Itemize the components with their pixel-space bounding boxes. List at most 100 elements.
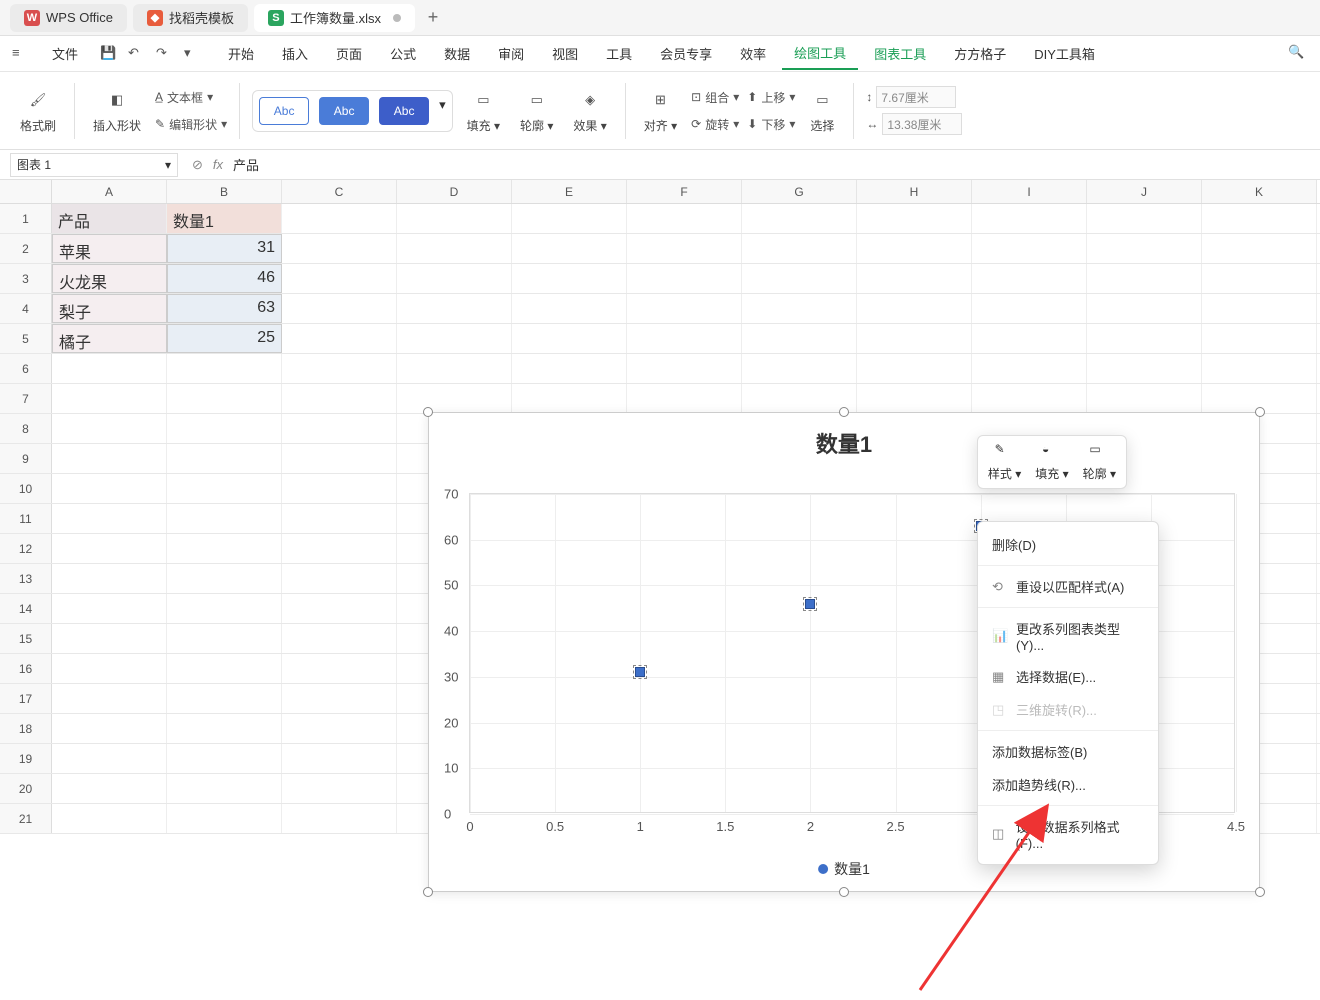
cell[interactable] xyxy=(857,354,972,383)
cell[interactable] xyxy=(282,684,397,713)
ctx-select-data[interactable]: ▦选择数据(E)... xyxy=(978,660,1158,693)
col-D[interactable]: D xyxy=(397,180,512,203)
menu-draw-tools[interactable]: 绘图工具 xyxy=(782,37,858,70)
rg-edit-shape[interactable]: ✎编辑形状 ▾ xyxy=(155,112,227,136)
cell[interactable] xyxy=(1087,234,1202,263)
rg-down[interactable]: ⬇下移 ▾ xyxy=(747,112,795,136)
cell[interactable] xyxy=(52,774,167,803)
rg-group[interactable]: ⊡组合 ▾ xyxy=(691,85,739,109)
ctx-format-series[interactable]: ◫设置数据系列格式(F)... xyxy=(978,810,1158,858)
style-preset-3[interactable]: Abc xyxy=(379,97,429,125)
cell[interactable] xyxy=(282,624,397,653)
cell[interactable] xyxy=(167,564,282,593)
col-A[interactable]: A xyxy=(52,180,167,203)
rg-format-brush[interactable]: 🖌 格式刷 xyxy=(14,87,62,134)
cell[interactable] xyxy=(282,474,397,503)
cell[interactable] xyxy=(167,744,282,773)
cell[interactable] xyxy=(52,684,167,713)
rg-align[interactable]: ⊞对齐 ▾ xyxy=(638,87,683,134)
cell[interactable]: 橘子 xyxy=(52,324,167,353)
cell[interactable]: 梨子 xyxy=(52,294,167,323)
cell[interactable] xyxy=(1087,294,1202,323)
col-E[interactable]: E xyxy=(512,180,627,203)
cell[interactable] xyxy=(972,204,1087,233)
cell[interactable] xyxy=(282,354,397,383)
row-21[interactable]: 21 xyxy=(0,804,52,833)
cell[interactable] xyxy=(52,594,167,623)
cell[interactable] xyxy=(167,804,282,833)
row-8[interactable]: 8 xyxy=(0,414,52,443)
cell[interactable] xyxy=(742,264,857,293)
cell[interactable] xyxy=(282,804,397,833)
rg-up[interactable]: ⬆上移 ▾ xyxy=(747,85,795,109)
tab-wps[interactable]: W WPS Office xyxy=(10,4,127,32)
row-14[interactable]: 14 xyxy=(0,594,52,623)
rg-outline[interactable]: ▭轮廓 ▾ xyxy=(514,87,559,134)
menu-tools[interactable]: 工具 xyxy=(594,38,644,69)
hamburger-icon[interactable]: ≡ xyxy=(12,45,30,63)
cell[interactable] xyxy=(167,774,282,803)
cell[interactable] xyxy=(52,384,167,413)
row-9[interactable]: 9 xyxy=(0,444,52,473)
cell[interactable] xyxy=(282,714,397,743)
data-point[interactable] xyxy=(805,599,815,609)
cell[interactable] xyxy=(972,294,1087,323)
cell[interactable] xyxy=(282,564,397,593)
cell[interactable]: 46 xyxy=(167,264,282,293)
handle-tl[interactable] xyxy=(423,407,433,417)
cell[interactable] xyxy=(282,594,397,623)
cell[interactable] xyxy=(282,654,397,683)
cell[interactable] xyxy=(1202,264,1317,293)
rg-effect[interactable]: ◈效果 ▾ xyxy=(567,87,612,134)
cell[interactable] xyxy=(742,324,857,353)
menu-efficiency[interactable]: 效率 xyxy=(728,38,778,69)
cell[interactable] xyxy=(627,264,742,293)
cell[interactable] xyxy=(397,294,512,323)
row-20[interactable]: 20 xyxy=(0,774,52,803)
cell[interactable] xyxy=(167,594,282,623)
cell[interactable] xyxy=(972,384,1087,413)
cell[interactable] xyxy=(972,354,1087,383)
menu-chart-tools[interactable]: 图表工具 xyxy=(862,38,938,69)
cell[interactable] xyxy=(397,324,512,353)
row-13[interactable]: 13 xyxy=(0,564,52,593)
cell[interactable] xyxy=(52,474,167,503)
handle-br[interactable] xyxy=(1255,887,1265,897)
cell[interactable] xyxy=(52,804,167,833)
cell[interactable] xyxy=(857,294,972,323)
col-I[interactable]: I xyxy=(972,180,1087,203)
cell[interactable] xyxy=(627,294,742,323)
chart-legend[interactable]: 数量1 xyxy=(818,859,870,879)
cell[interactable] xyxy=(52,444,167,473)
cell[interactable] xyxy=(167,654,282,683)
cell[interactable] xyxy=(627,204,742,233)
redo-icon[interactable]: ↷ xyxy=(156,45,174,63)
handle-tr[interactable] xyxy=(1255,407,1265,417)
mini-fill[interactable]: ◒填充 ▾ xyxy=(1035,442,1068,482)
row-3[interactable]: 3 xyxy=(0,264,52,293)
cell[interactable] xyxy=(1202,324,1317,353)
cell[interactable] xyxy=(52,624,167,653)
save-icon[interactable]: 💾 xyxy=(100,45,118,63)
data-point[interactable] xyxy=(635,667,645,677)
cell[interactable] xyxy=(742,354,857,383)
cell[interactable]: 数量1 xyxy=(167,204,282,233)
col-G[interactable]: G xyxy=(742,180,857,203)
col-K[interactable]: K xyxy=(1202,180,1317,203)
row-7[interactable]: 7 xyxy=(0,384,52,413)
cell[interactable] xyxy=(52,744,167,773)
rg-select[interactable]: ▭选择 xyxy=(803,87,841,134)
cell[interactable] xyxy=(742,204,857,233)
row-1[interactable]: 1 xyxy=(0,204,52,233)
cell[interactable] xyxy=(512,294,627,323)
menu-formula[interactable]: 公式 xyxy=(378,38,428,69)
ctx-reset[interactable]: ⟲重设以匹配样式(A) xyxy=(978,570,1158,603)
style-preset-1[interactable]: Abc xyxy=(259,97,309,125)
style-preset-2[interactable]: Abc xyxy=(319,97,369,125)
cell[interactable] xyxy=(52,414,167,443)
col-J[interactable]: J xyxy=(1087,180,1202,203)
cell[interactable] xyxy=(972,234,1087,263)
spreadsheet-grid[interactable]: A B C D E F G H I J K 1产品数量12苹果313火龙果464… xyxy=(0,180,1320,834)
cell[interactable] xyxy=(282,774,397,803)
cell[interactable] xyxy=(742,234,857,263)
